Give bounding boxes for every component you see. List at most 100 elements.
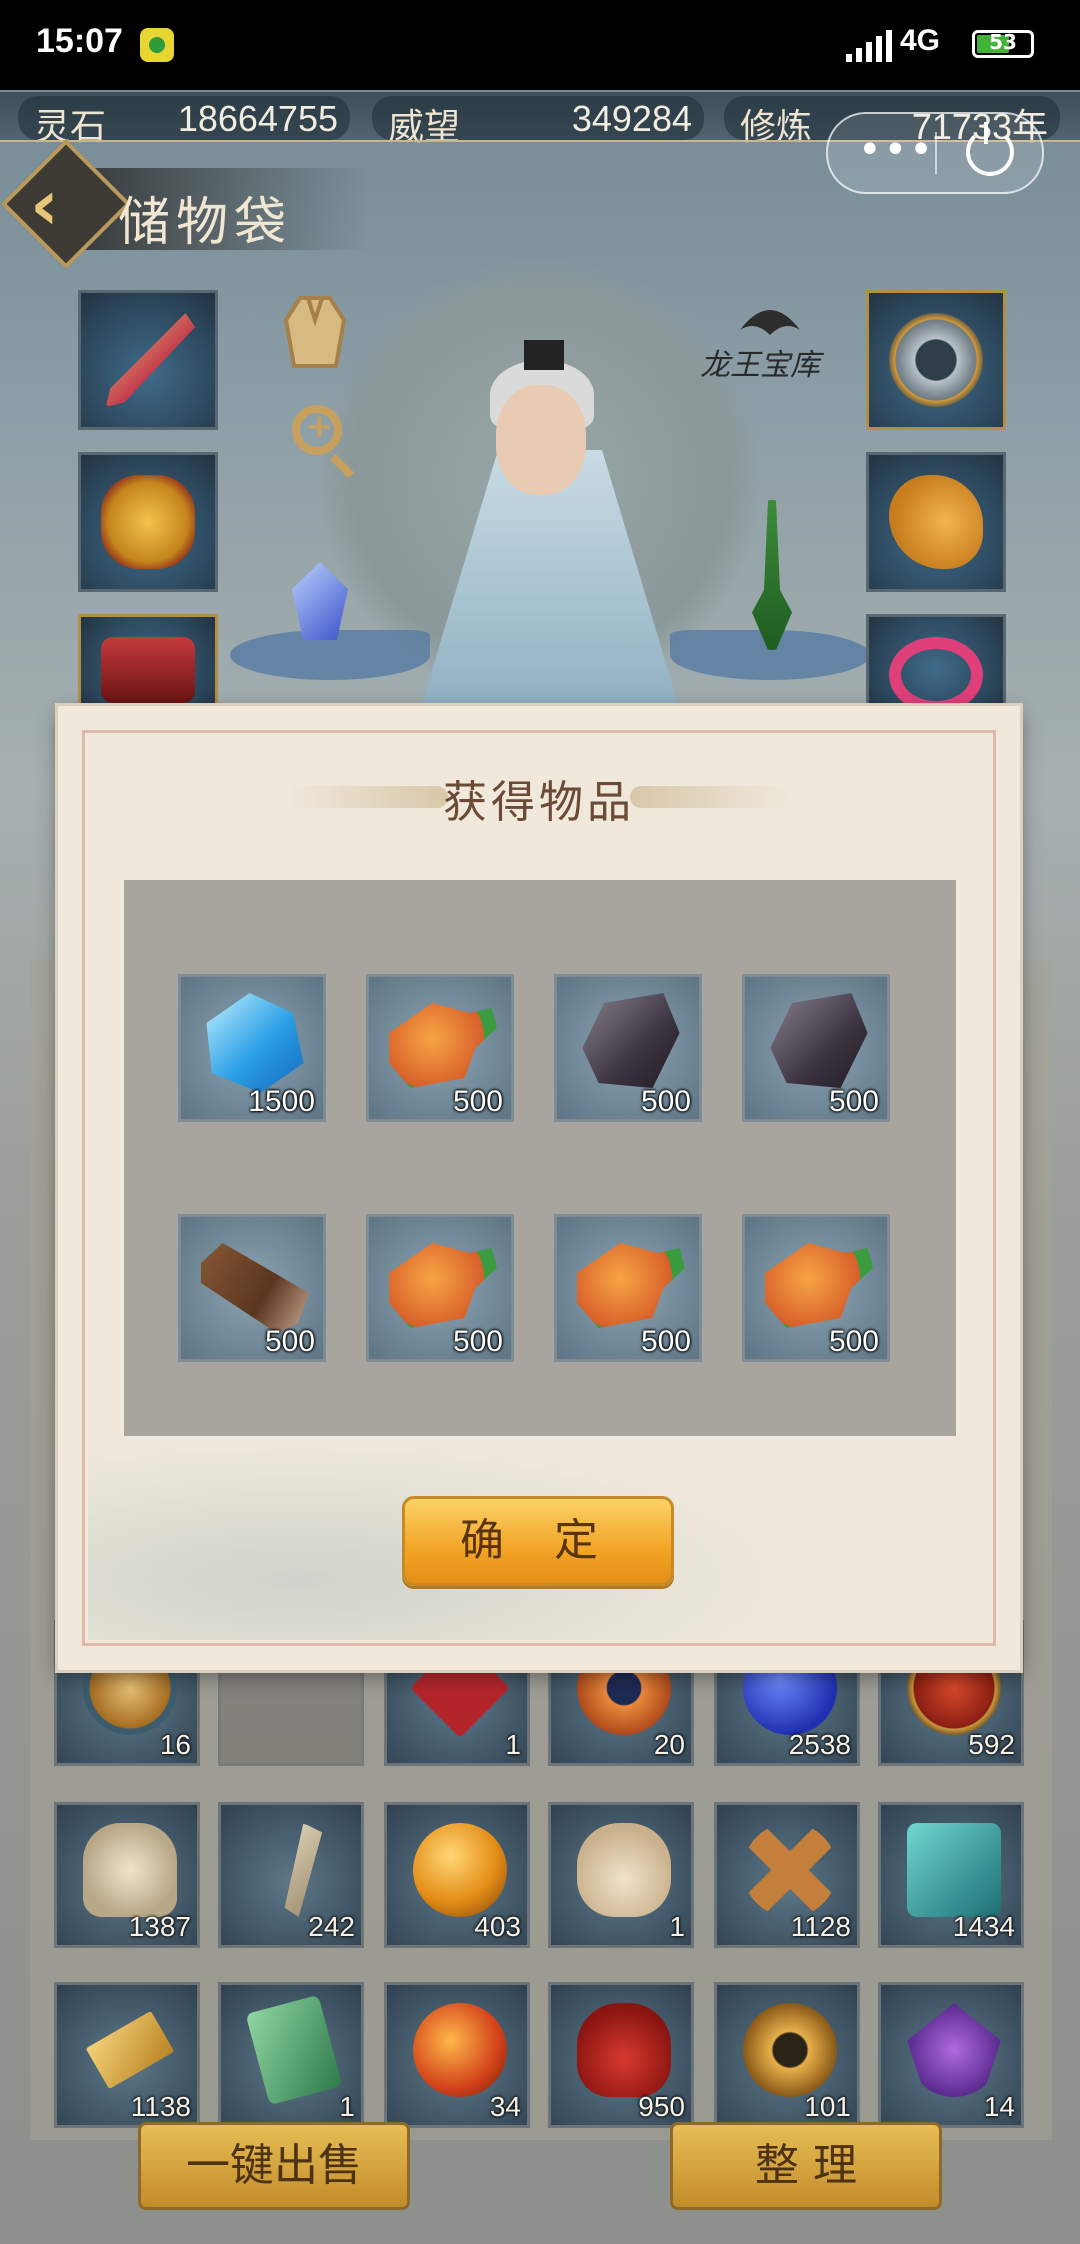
inventory-slot[interactable]: 1 <box>218 1982 364 2128</box>
reward-item-slot[interactable]: 500 <box>554 1214 702 1362</box>
reward-count: 500 <box>828 1085 879 1118</box>
amber-ring-icon <box>743 2003 837 2097</box>
lion-helmet-icon <box>101 475 195 569</box>
inventory-slot[interactable]: 1387 <box>54 1802 200 1948</box>
item-count: 1434 <box>952 1911 1015 1942</box>
item-count: 242 <box>308 1911 355 1942</box>
miniprogram-capsule: ••• <box>826 112 1044 194</box>
resource-label: 修炼 <box>740 106 813 147</box>
dark-ore-icon <box>582 993 680 1088</box>
more-icon[interactable]: ••• <box>858 130 935 170</box>
chevron-left-icon[interactable]: ‹ <box>30 170 59 240</box>
inventory-slot[interactable]: 1128 <box>714 1802 860 1948</box>
amber-pendant-icon <box>889 475 983 569</box>
equip-slot-armor[interactable] <box>78 614 218 706</box>
dark-ore-icon <box>770 993 868 1088</box>
dragon-vault-label[interactable]: 龙王宝库 <box>700 340 820 384</box>
status-bar: 15:07 4G 53 <box>0 0 1080 90</box>
blue-crystal-icon <box>206 993 304 1093</box>
beast-skull-icon <box>83 1823 177 1917</box>
item-count: 1 <box>669 1911 685 1942</box>
inventory-slot[interactable]: 950 <box>548 1982 694 2128</box>
divider <box>935 132 937 174</box>
item-count: 1387 <box>128 1911 191 1942</box>
resource-prestige: 威望 349284 <box>372 96 704 147</box>
fire-orb-icon <box>413 2003 507 2097</box>
reward-count: 500 <box>452 1085 503 1118</box>
inventory-slot[interactable]: 14 <box>878 1982 1024 2128</box>
teal-crystal-icon <box>907 1823 1001 1917</box>
jade-token-icon <box>245 1994 343 2106</box>
inventory-slot[interactable]: 1 <box>548 1802 694 1948</box>
roast-meat-icon <box>389 1003 497 1088</box>
equip-slot-ring[interactable] <box>866 290 1006 430</box>
item-count: 1 <box>505 1729 521 1760</box>
golden-orb-icon <box>413 1823 507 1917</box>
confirm-button[interactable]: 确 定 <box>402 1496 674 1586</box>
item-count: 403 <box>474 1911 521 1942</box>
reward-item-slot[interactable]: 500 <box>366 1214 514 1362</box>
inventory-slot[interactable]: 403 <box>384 1802 530 1948</box>
reward-item-slot[interactable]: 1500 <box>178 974 326 1122</box>
inventory-slot[interactable]: 34 <box>384 1982 530 2128</box>
treasure-bag-icon <box>577 2003 671 2097</box>
reward-item-slot[interactable]: 500 <box>366 974 514 1122</box>
resource-value: 18664755 <box>177 98 338 139</box>
close-power-icon[interactable] <box>966 122 1014 176</box>
reward-grid: 1500 500 500 500 500 500 500 500 <box>124 880 956 1436</box>
roast-meat-icon <box>577 1243 685 1328</box>
fang-icon <box>284 1823 323 1917</box>
reward-count: 1500 <box>248 1085 315 1118</box>
signal-icon <box>846 28 892 62</box>
reward-item-slot[interactable]: 500 <box>742 974 890 1122</box>
item-count: 101 <box>804 2091 851 2122</box>
pink-bracelet-icon <box>889 637 983 713</box>
wood-log-icon <box>201 1243 309 1333</box>
reward-count: 500 <box>640 1325 691 1358</box>
reward-item-slot[interactable]: 500 <box>178 1214 326 1362</box>
bronze-x-icon <box>743 1823 837 1917</box>
battery-icon: 53 <box>972 30 1034 58</box>
reward-item-slot[interactable]: 500 <box>742 1214 890 1362</box>
dialog-title: 获得物品 <box>443 777 635 828</box>
purple-amulet-icon <box>907 2003 1001 2097</box>
resource-spirit-stone: 灵石 18664755 <box>18 96 350 147</box>
item-count: 14 <box>983 2091 1015 2122</box>
gold-bars-icon <box>85 2010 175 2090</box>
character-hat <box>524 340 564 370</box>
inventory-slot[interactable]: 1138 <box>54 1982 200 2128</box>
money-bag-icon <box>577 1823 671 1917</box>
reward-count: 500 <box>264 1325 315 1358</box>
blue-gem-icon[interactable] <box>292 562 348 640</box>
reward-count: 500 <box>452 1325 503 1358</box>
inventory-slot[interactable]: 101 <box>714 1982 860 2128</box>
page-title: 储物袋 <box>118 193 293 253</box>
network-type: 4G <box>900 24 941 57</box>
inventory-slot[interactable]: 242 <box>218 1802 364 1948</box>
reward-item-slot[interactable]: 500 <box>554 974 702 1122</box>
equip-slot-bracelet[interactable] <box>866 614 1006 713</box>
sell-all-button[interactable]: 一键出售 <box>138 2122 410 2210</box>
app-notification-icon <box>140 28 174 62</box>
sort-button[interactable]: 整 理 <box>670 2122 942 2210</box>
item-count: 950 <box>638 2091 685 2122</box>
equip-slot-weapon[interactable] <box>78 290 218 430</box>
roast-meat-icon <box>389 1243 497 1328</box>
zoom-in-icon[interactable] <box>292 405 342 455</box>
reward-count: 500 <box>828 1325 879 1358</box>
equip-slot-helmet[interactable] <box>78 452 218 592</box>
roast-meat-icon <box>765 1243 873 1328</box>
inventory-slot[interactable]: 1434 <box>878 1802 1024 1948</box>
status-time: 15:07 <box>36 22 123 60</box>
equip-slot-necklace[interactable] <box>866 452 1006 592</box>
jade-pendant-icon[interactable] <box>752 500 792 650</box>
item-count: 1138 <box>130 2091 191 2122</box>
item-count: 592 <box>968 1729 1015 1760</box>
robe-icon[interactable] <box>280 290 350 370</box>
resource-label: 威望 <box>388 106 461 147</box>
beast-ring-icon <box>889 313 983 407</box>
item-count: 1 <box>339 2091 355 2122</box>
item-count: 34 <box>489 2091 521 2122</box>
reward-count: 500 <box>640 1085 691 1118</box>
battery-level: 53 <box>989 30 1017 54</box>
